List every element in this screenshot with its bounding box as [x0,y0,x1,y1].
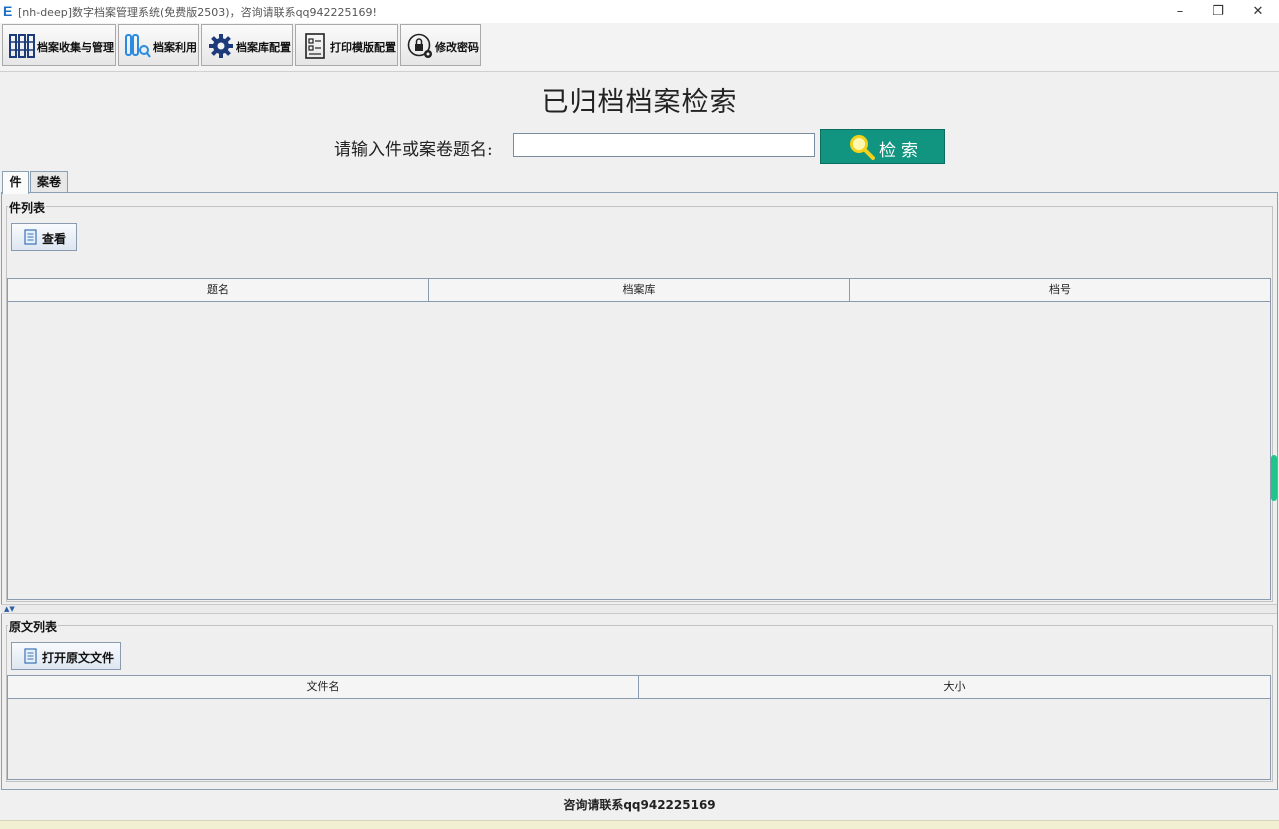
item-list-title: 件列表 [8,199,47,216]
search-label: 请输入件或案卷题名: [334,140,493,160]
toolbar-change-password-button[interactable]: 修改密码 [400,24,481,66]
status-bar-text: 咨询请联系qq942225169 [563,798,716,812]
search-button[interactable]: 检索 [820,129,945,164]
magnifier-icon [850,135,875,160]
item-table-header: 题名 档案库 档号 [8,279,1270,302]
checklist-icon [305,33,325,59]
toolbar-print-template-button[interactable]: 打印模版配置 [295,24,398,66]
column-header-size[interactable]: 大小 [639,676,1270,698]
original-list-title: 原文列表 [8,618,59,635]
archive-search-icon [125,34,151,58]
column-header-title[interactable]: 题名 [8,279,429,301]
document-icon [24,229,37,245]
column-header-archive[interactable]: 档案库 [429,279,850,301]
toolbar-collect-manage-button[interactable]: 档案收集与管理 [2,24,116,66]
original-file-table: 文件名 大小 [7,675,1271,780]
window-title: [nh-deep]数字档案管理系统(免费版2503)，咨询请联系qq942225… [18,6,377,19]
toolbar-archive-use-button[interactable]: 档案利用 [118,24,199,66]
bookshelf-icon [9,34,35,58]
app-logo: E [3,3,13,19]
split-arrows-icon[interactable]: ▲▼ [4,605,15,613]
toolbar-label: 修改密码 [435,41,479,54]
tab-item[interactable]: 件 [2,171,29,194]
open-original-file-label: 打开原文文件 [42,651,115,665]
toolbar-label: 档案收集与管理 [37,41,114,54]
page-title: 已归档档案检索 [541,87,738,118]
toolbar-db-config-button[interactable]: 档案库配置 [201,24,293,66]
item-table: 题名 档案库 档号 [7,278,1271,600]
view-button[interactable]: 查看 [11,223,77,251]
original-file-table-header: 文件名 大小 [8,676,1270,699]
split-pane-divider[interactable]: ▲▼ [1,604,1277,614]
toolbar-label: 档案利用 [153,41,197,54]
toolbar-label: 档案库配置 [236,41,291,54]
document-icon [24,648,37,664]
main-toolbar: 档案收集与管理 档案利用 档案库配置 打印模版配置 修改密码 [0,23,1279,72]
lock-gear-icon [407,33,432,58]
tab-volume[interactable]: 案卷 [30,171,68,193]
gear-icon [209,34,233,58]
column-header-archive-number[interactable]: 档号 [850,279,1270,301]
toolbar-label: 打印模版配置 [330,41,396,54]
maximize-button[interactable]: ❐ [1198,0,1238,23]
open-original-file-button[interactable]: 打开原文文件 [11,642,121,670]
scrollbar-thumb[interactable] [1271,455,1277,501]
close-button[interactable]: ✕ [1238,0,1278,23]
search-input[interactable] [513,133,815,157]
search-button-label: 检索 [879,141,923,161]
view-button-label: 查看 [42,232,67,246]
title-bar: E [nh-deep]数字档案管理系统(免费版2503)，咨询请联系qq9422… [0,0,1279,23]
minimize-button[interactable]: – [1160,0,1200,23]
column-header-file-name[interactable]: 文件名 [8,676,639,698]
